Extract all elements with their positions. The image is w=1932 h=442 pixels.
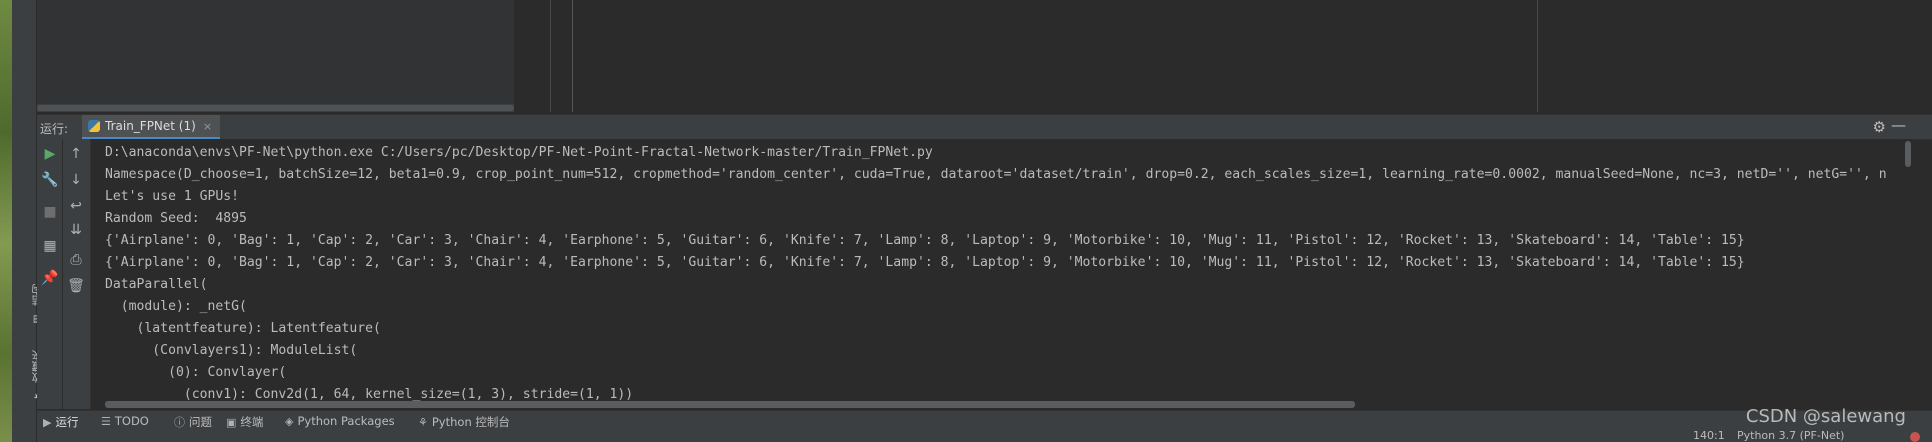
console-line: DataParallel( bbox=[105, 277, 208, 292]
scroll-to-end-icon[interactable]: ⇊ bbox=[65, 219, 87, 241]
tab-terminal-label: 终端 bbox=[240, 415, 264, 429]
console-line: (latentfeature): Latentfeature( bbox=[105, 321, 381, 336]
gear-icon[interactable]: ⚙ bbox=[1873, 118, 1886, 136]
tool-window-bar: ▶ 运行 ☰ TODO ⓘ 问题 ▣ 终端 ◈ Python Packages … bbox=[37, 410, 1932, 431]
minimize-icon[interactable]: — bbox=[1891, 116, 1906, 134]
watermark: CSDN @salewang bbox=[1745, 406, 1906, 427]
console-line: (Convlayers1): ModuleList( bbox=[105, 343, 358, 358]
close-icon[interactable]: × bbox=[203, 120, 212, 133]
run-tab-train-fpnet[interactable]: Train_FPNet (1) × bbox=[82, 115, 221, 139]
console-line: Namespace(D_choose=1, batchSize=12, beta… bbox=[105, 167, 1887, 182]
console-line: {'Airplane': 0, 'Bag': 1, 'Cap': 2, 'Car… bbox=[105, 233, 1745, 248]
editor-area bbox=[37, 0, 1932, 112]
cursor-position[interactable]: 140:1 bbox=[1693, 431, 1725, 442]
wrench-icon[interactable]: 🔧 bbox=[39, 169, 61, 191]
tab-python-packages-label: Python Packages bbox=[297, 414, 395, 428]
tab-todo-label: TODO bbox=[114, 414, 149, 428]
console-line: (module): _netG( bbox=[105, 299, 247, 314]
python-console-icon: ⚘ bbox=[418, 415, 428, 429]
pin-icon[interactable]: 📌 bbox=[39, 267, 61, 289]
run-panel-header: 运行: Train_FPNet (1) × ⚙ — bbox=[37, 114, 1932, 140]
layout-icon[interactable]: ▦ bbox=[39, 235, 61, 257]
tab-python-packages[interactable]: ◈ Python Packages bbox=[285, 414, 395, 428]
project-panel bbox=[37, 0, 514, 106]
stop-icon[interactable]: ■ bbox=[39, 201, 61, 223]
console-vertical-scrollbar[interactable] bbox=[1903, 139, 1913, 409]
print-icon[interactable]: ⎙ bbox=[65, 249, 87, 271]
console-line: Let's use 1 GPUs! bbox=[105, 189, 240, 204]
editor-divider bbox=[572, 0, 573, 112]
console-line: Random Seed: 4895 bbox=[105, 211, 247, 226]
console-line: (0): Convlayer( bbox=[105, 365, 287, 380]
run-toolbar-primary: ▶ 🔧 ■ ▦ 📌 bbox=[37, 139, 62, 409]
editor-horizontal-scrollbar[interactable] bbox=[37, 104, 514, 112]
tab-python-console-label: Python 控制台 bbox=[431, 415, 510, 429]
arrow-down-icon[interactable]: ↓ bbox=[65, 169, 87, 191]
desktop-background bbox=[0, 0, 12, 442]
list-icon: ☰ bbox=[101, 414, 111, 428]
terminal-icon: ▣ bbox=[226, 415, 237, 429]
status-bar: 140:1 Python 3.7 (PF-Net) bbox=[37, 431, 1932, 442]
tab-todo[interactable]: ☰ TODO bbox=[101, 414, 149, 428]
error-indicator-icon[interactable] bbox=[1910, 432, 1920, 442]
console-lines: D:\anaconda\envs\PF-Net\python.exe C:/Us… bbox=[105, 142, 1887, 406]
console-line: D:\anaconda\envs\PF-Net\python.exe C:/Us… bbox=[105, 145, 933, 160]
arrow-up-icon[interactable]: ↑ bbox=[65, 143, 87, 165]
run-tab-title: Train_FPNet (1) bbox=[105, 119, 196, 133]
console-horizontal-scrollbar[interactable] bbox=[91, 400, 1901, 409]
run-panel-label: 运行: bbox=[40, 122, 69, 136]
tab-python-console[interactable]: ⚘ Python 控制台 bbox=[418, 414, 510, 430]
tab-run[interactable]: ▶ 运行 bbox=[43, 414, 78, 430]
tab-terminal[interactable]: ▣ 终端 bbox=[226, 414, 263, 430]
trash-icon[interactable]: 🗑 bbox=[65, 275, 87, 297]
interpreter-indicator[interactable]: Python 3.7 (PF-Net) bbox=[1737, 431, 1844, 442]
problems-icon: ⓘ bbox=[174, 416, 185, 429]
soft-wrap-icon[interactable]: ↩ bbox=[65, 195, 87, 217]
tab-run-label: 运行 bbox=[55, 415, 79, 429]
tab-problems[interactable]: ⓘ 问题 bbox=[174, 414, 212, 430]
run-toolbar-secondary: ↑ ↓ ↩ ⇊ ⎙ 🗑 bbox=[63, 139, 91, 409]
play-icon: ▶ bbox=[43, 415, 52, 429]
editor-margin-line bbox=[1537, 0, 1538, 112]
packages-icon: ◈ bbox=[285, 414, 294, 428]
console-line: {'Airplane': 0, 'Bag': 1, 'Cap': 2, 'Car… bbox=[105, 255, 1745, 270]
left-tool-strip: ▤ 结构 ★ 收藏夹 bbox=[12, 0, 44, 442]
play-icon[interactable]: ▶ bbox=[39, 143, 61, 165]
python-file-icon bbox=[88, 120, 100, 132]
tab-problems-label: 问题 bbox=[189, 415, 212, 429]
console-output[interactable]: D:\anaconda\envs\PF-Net\python.exe C:/Us… bbox=[91, 139, 1901, 409]
editor-divider bbox=[550, 0, 551, 112]
